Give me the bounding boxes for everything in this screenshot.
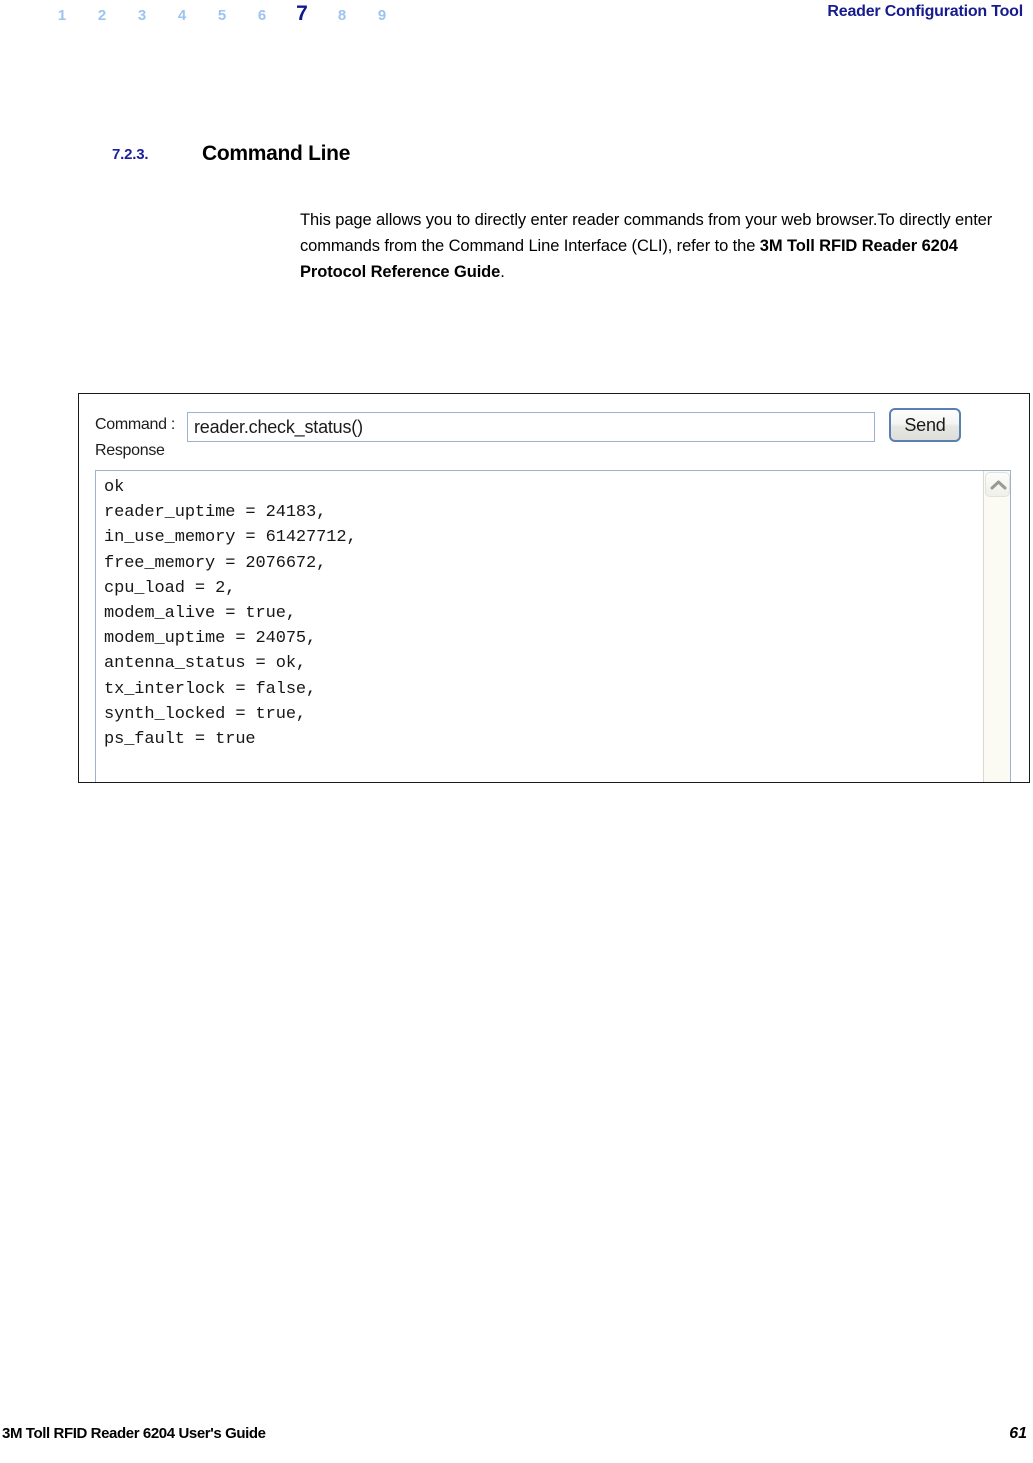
header-title: Reader Configuration Tool [827, 3, 1023, 20]
section-number: 7.2.3. [112, 146, 149, 163]
chapter-link-4[interactable]: 4 [162, 7, 202, 24]
footer-document-title: 3M Toll RFID Reader 6204 User's Guide [2, 1425, 266, 1442]
footer-page-number: 61 [1009, 1425, 1027, 1442]
chapter-link-7-current[interactable]: 7 [282, 2, 322, 26]
page-header: 1 2 3 4 5 6 7 8 9 Reader Configuration T… [0, 0, 1033, 40]
chapter-link-9[interactable]: 9 [362, 7, 402, 24]
chapter-link-1[interactable]: 1 [42, 7, 82, 24]
chapter-navigation: 1 2 3 4 5 6 7 8 9 [42, 2, 402, 26]
command-row: Command : Send [79, 394, 1029, 446]
paragraph-text-tail: . [500, 262, 505, 281]
page-footer: 3M Toll RFID Reader 6204 User's Guide 61 [0, 1425, 1033, 1453]
chapter-link-2[interactable]: 2 [82, 7, 122, 24]
command-label: Command : [95, 416, 175, 433]
command-line-screenshot-figure: Command : Send Response ok reader_uptime… [78, 393, 1030, 783]
response-text: ok reader_uptime = 24183, in_use_memory … [104, 478, 357, 750]
response-scrollbar[interactable] [983, 471, 1010, 782]
chapter-link-3[interactable]: 3 [122, 7, 162, 24]
scroll-up-button[interactable] [985, 472, 1010, 497]
send-button[interactable]: Send [889, 408, 961, 442]
chapter-link-6[interactable]: 6 [242, 7, 282, 24]
chapter-link-8[interactable]: 8 [322, 7, 362, 24]
page-title: Command Line [202, 142, 351, 165]
chapter-link-5[interactable]: 5 [202, 7, 242, 24]
response-output-area[interactable]: ok reader_uptime = 24183, in_use_memory … [95, 470, 1011, 782]
section-heading: 7.2.3. Command Line [112, 142, 912, 172]
response-label: Response [95, 442, 165, 459]
body-paragraph: This page allows you to directly enter r… [300, 207, 1000, 285]
command-input[interactable] [187, 412, 875, 442]
